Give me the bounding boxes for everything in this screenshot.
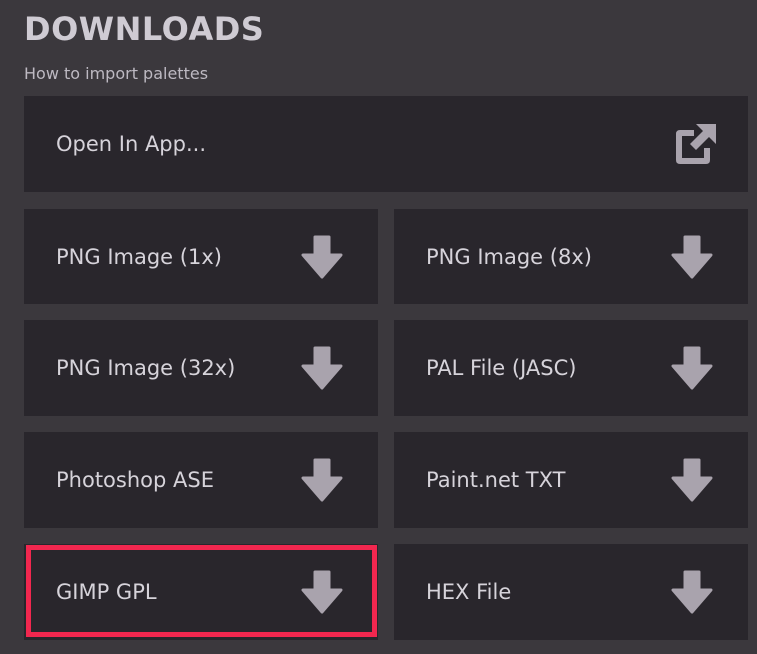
download-label: PNG Image (8x): [426, 244, 592, 269]
download-arrow-icon: [671, 235, 713, 278]
download-png-32x-button[interactable]: PNG Image (32x): [24, 320, 378, 416]
download-arrow-icon: [671, 570, 713, 614]
download-label: PAL File (JASC): [426, 356, 577, 380]
download-png-1x-button[interactable]: PNG Image (1x): [24, 209, 378, 304]
downloads-panel: DOWNLOADS How to import palettes Open In…: [0, 0, 757, 654]
download-png-8x-button[interactable]: PNG Image (8x): [394, 209, 748, 304]
download-label: HEX File: [426, 580, 512, 604]
download-hex-file-button[interactable]: HEX File: [394, 544, 748, 640]
download-arrow-icon: [301, 570, 343, 614]
open-in-app-label: Open In App...: [56, 132, 206, 156]
download-paintnet-txt-button[interactable]: Paint.net TXT: [394, 432, 748, 528]
download-label: PNG Image (32x): [56, 356, 236, 380]
download-label: GIMP GPL: [56, 580, 157, 604]
download-label: Photoshop ASE: [56, 468, 214, 492]
download-gimp-gpl-button[interactable]: GIMP GPL: [24, 544, 378, 640]
page-title: DOWNLOADS: [24, 10, 265, 48]
import-palettes-link[interactable]: How to import palettes: [24, 64, 208, 83]
download-arrow-icon: [301, 235, 343, 278]
download-arrow-icon: [301, 346, 343, 390]
download-label: PNG Image (1x): [56, 244, 222, 269]
download-label: Paint.net TXT: [426, 468, 566, 492]
download-arrow-icon: [671, 458, 713, 502]
download-photoshop-ase-button[interactable]: Photoshop ASE: [24, 432, 378, 528]
download-pal-jasc-button[interactable]: PAL File (JASC): [394, 320, 748, 416]
download-arrow-icon: [671, 346, 713, 390]
open-in-app-button[interactable]: Open In App...: [24, 96, 748, 192]
external-link-icon: [676, 124, 716, 164]
download-arrow-icon: [301, 458, 343, 502]
